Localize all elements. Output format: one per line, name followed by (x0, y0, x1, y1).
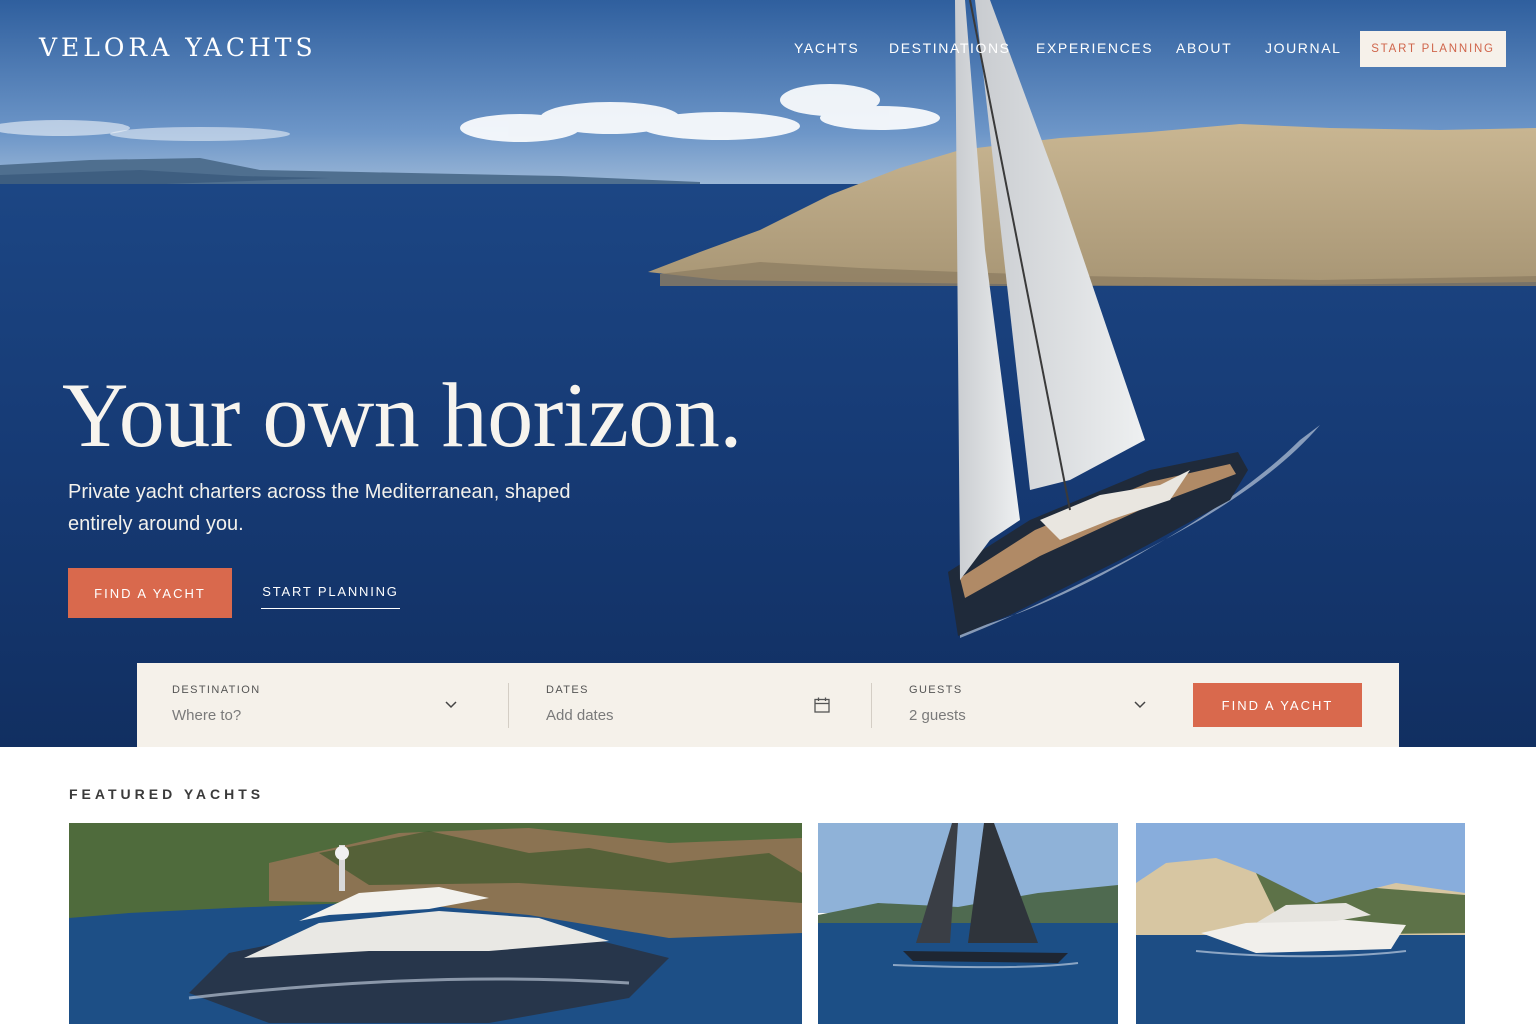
nav-item-journal[interactable]: JOURNAL (1265, 40, 1342, 56)
start-planning-hero-link[interactable]: START PLANNING (261, 584, 400, 609)
destination-select[interactable]: DESTINATION Where to? (172, 663, 462, 747)
featured-yachts-heading: FEATURED YACHTS (69, 786, 265, 802)
search-divider (508, 683, 509, 728)
hero-section: VELORA YACHTS YACHTS DESTINATIONS EXPERI… (0, 0, 1536, 747)
top-navigation: VELORA YACHTS YACHTS DESTINATIONS EXPERI… (0, 0, 1536, 96)
featured-yacht-card[interactable] (818, 823, 1118, 1024)
chevron-down-icon (1134, 701, 1146, 709)
chevron-down-icon (445, 701, 457, 709)
guests-label: GUESTS (909, 684, 963, 696)
sailing-yacht-image (818, 823, 1118, 1024)
nav-item-yachts[interactable]: YACHTS (794, 40, 859, 56)
start-planning-nav-button[interactable]: START PLANNING (1360, 31, 1506, 67)
hero-subtitle: Private yacht charters across the Medite… (68, 481, 571, 535)
dates-label: DATES (546, 684, 589, 696)
find-a-yacht-hero-button[interactable]: FIND A YACHT (68, 568, 232, 618)
guests-value: 2 guests (909, 707, 966, 724)
find-a-yacht-search-button[interactable]: FIND A YACHT (1193, 683, 1362, 727)
guests-select[interactable]: GUESTS 2 guests (909, 663, 1159, 747)
superyacht-cliff-image (1136, 823, 1465, 1024)
calendar-icon (814, 697, 830, 713)
destination-label: DESTINATION (172, 684, 261, 696)
yacht-search-bar: DESTINATION Where to? DATES Add dates GU… (137, 663, 1399, 747)
nav-item-destinations[interactable]: DESTINATIONS (889, 40, 1011, 56)
dates-placeholder: Add dates (546, 707, 614, 724)
nav-item-experiences[interactable]: EXPERIENCES (1036, 40, 1153, 56)
nav-item-about[interactable]: ABOUT (1176, 40, 1232, 56)
search-divider (871, 683, 872, 728)
destination-placeholder: Where to? (172, 707, 242, 724)
featured-yacht-card[interactable] (69, 823, 802, 1024)
dates-picker[interactable]: DATES Add dates (546, 663, 836, 747)
hero-title: Your own horizon. (62, 364, 742, 466)
motor-yacht-image (69, 823, 802, 1024)
brand-logo[interactable]: VELORA YACHTS (39, 33, 317, 62)
featured-yacht-card[interactable] (1136, 823, 1465, 1024)
